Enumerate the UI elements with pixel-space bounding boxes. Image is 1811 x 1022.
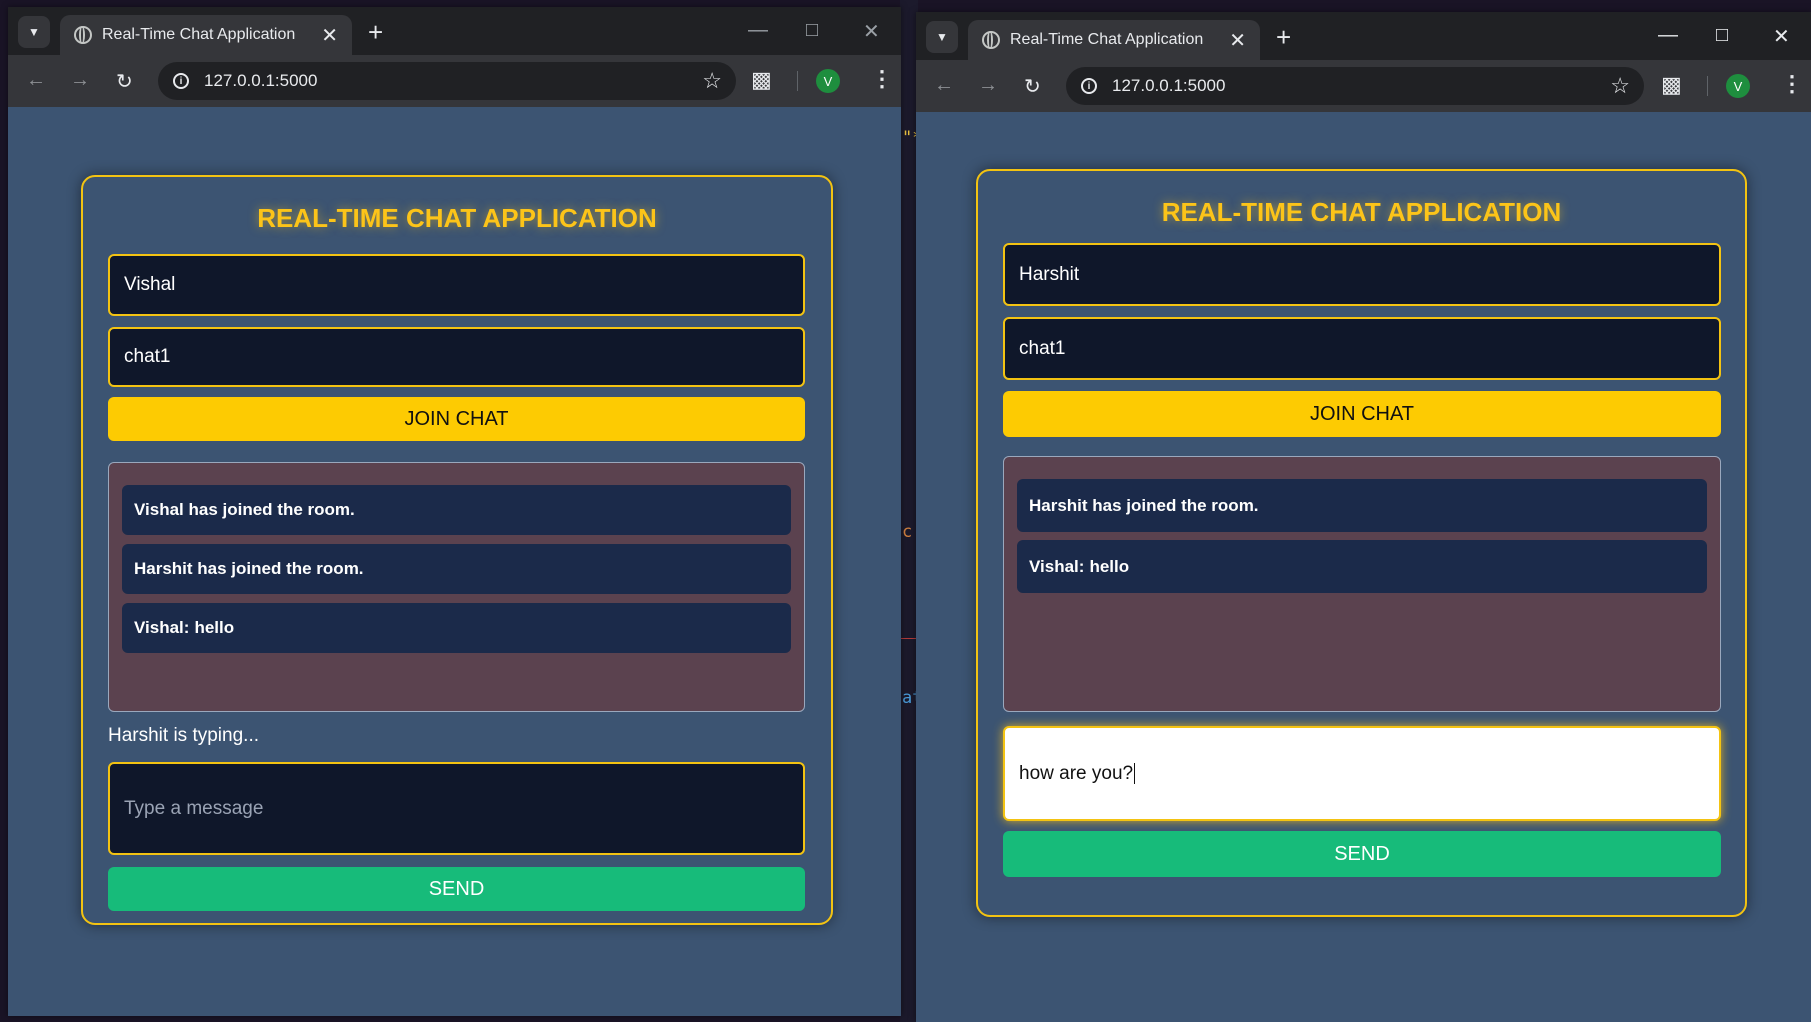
globe-icon [982, 31, 1000, 49]
join-chat-button[interactable]: JOIN CHAT [108, 397, 805, 441]
app-title: REAL-TIME CHAT APPLICATION [1161, 197, 1562, 227]
new-tab-button[interactable]: + [368, 17, 383, 48]
minimize-button[interactable]: — [748, 19, 768, 42]
back-button[interactable]: ← [934, 74, 954, 97]
username-field[interactable]: Harshit [1003, 243, 1721, 306]
join-chat-button[interactable]: JOIN CHAT [1003, 391, 1721, 437]
message-input-placeholder: Type a message [124, 797, 264, 819]
messages-area[interactable]: Harshit has joined the room. Vishal: hel… [1003, 456, 1721, 712]
minimize-button[interactable]: — [1658, 24, 1678, 47]
tab-strip: ▼ Real-Time Chat Application ✕ + — □ ✕ [8, 7, 901, 55]
message-input-value: how are you? [1019, 762, 1134, 784]
message-item: Vishal: hello [1017, 540, 1707, 593]
background-code-fragment: c [902, 522, 913, 542]
new-tab-button[interactable]: + [1276, 22, 1291, 53]
tab-title: Real-Time Chat Application [1010, 31, 1204, 48]
browser-toolbar: ← → ↻ i 127.0.0.1:5000 ☆ ▩ V ⋮ [8, 55, 901, 107]
messages-area[interactable]: Vishal has joined the room. Harshit has … [108, 462, 805, 712]
message-item: Vishal: hello [122, 603, 791, 653]
extensions-icon[interactable]: ▩ [1661, 72, 1682, 98]
browser-toolbar: ← → ↻ i 127.0.0.1:5000 ☆ ▩ V ⋮ [916, 60, 1811, 112]
maximize-button[interactable]: □ [806, 19, 818, 42]
bookmark-star-icon[interactable]: ☆ [1610, 73, 1630, 99]
toolbar-divider [797, 71, 798, 91]
close-tab-icon[interactable]: ✕ [321, 23, 338, 48]
background-divider [900, 638, 916, 639]
username-field[interactable]: Vishal [108, 254, 805, 316]
maximize-button[interactable]: □ [1716, 24, 1728, 47]
browser-tab[interactable]: Real-Time Chat Application ✕ [60, 15, 352, 55]
toolbar-divider [1707, 76, 1708, 96]
message-text: Vishal has joined the room. [134, 500, 355, 519]
send-button[interactable]: SEND [1003, 831, 1721, 877]
message-text: hello [1089, 556, 1130, 576]
room-field[interactable]: chat1 [108, 327, 805, 387]
close-tab-icon[interactable]: ✕ [1229, 28, 1246, 53]
site-info-icon[interactable]: i [173, 73, 189, 89]
globe-icon [74, 26, 92, 44]
tab-search-button[interactable]: ▼ [18, 16, 50, 48]
url-text: 127.0.0.1:5000 [1112, 76, 1226, 95]
browser-window-harshit: ▼ Real-Time Chat Application ✕ + — □ ✕ ←… [916, 12, 1811, 1022]
address-bar[interactable]: i 127.0.0.1:5000 ☆ [158, 62, 736, 100]
app-title: REAL-TIME CHAT APPLICATION [257, 203, 657, 233]
profile-avatar[interactable]: V [1726, 74, 1750, 98]
site-info-icon[interactable]: i [1081, 78, 1097, 94]
message-input[interactable]: Type a message [108, 762, 805, 855]
forward-button[interactable]: → [978, 74, 998, 97]
extensions-icon[interactable]: ▩ [751, 67, 772, 93]
message-text: Harshit has joined the room. [134, 559, 364, 578]
room-field[interactable]: chat1 [1003, 317, 1721, 380]
tab-search-button[interactable]: ▼ [926, 21, 958, 53]
send-button[interactable]: SEND [108, 867, 805, 911]
message-sender: Vishal: [134, 618, 190, 637]
message-text: Harshit has joined the room. [1029, 495, 1259, 515]
bookmark-star-icon[interactable]: ☆ [702, 68, 722, 94]
browser-menu-icon[interactable]: ⋮ [871, 66, 893, 92]
message-item: Harshit has joined the room. [122, 544, 791, 594]
typing-indicator: Harshit is typing... [108, 725, 259, 746]
address-bar[interactable]: i 127.0.0.1:5000 ☆ [1066, 67, 1644, 105]
close-window-button[interactable]: ✕ [1773, 24, 1790, 49]
tab-strip: ▼ Real-Time Chat Application ✕ + — □ ✕ [916, 12, 1811, 60]
tab-title: Real-Time Chat Application [102, 26, 296, 43]
message-item: Harshit has joined the room. [1017, 479, 1707, 532]
back-button[interactable]: ← [26, 69, 46, 92]
browser-window-vishal: ▼ Real-Time Chat Application ✕ + — □ ✕ ←… [8, 7, 901, 1016]
forward-button[interactable]: → [70, 69, 90, 92]
browser-tab[interactable]: Real-Time Chat Application ✕ [968, 20, 1260, 60]
browser-menu-icon[interactable]: ⋮ [1781, 71, 1803, 97]
url-text: 127.0.0.1:5000 [204, 71, 318, 90]
close-window-button[interactable]: ✕ [863, 19, 880, 44]
reload-button[interactable]: ↻ [116, 69, 133, 94]
message-input[interactable]: how are you? [1003, 726, 1721, 821]
profile-avatar[interactable]: V [816, 69, 840, 93]
chat-card: REAL-TIME CHAT APPLICATION Vishal chat1 … [81, 175, 833, 925]
text-cursor [1134, 763, 1136, 784]
message-sender: Vishal: [1029, 556, 1085, 576]
chat-card: REAL-TIME CHAT APPLICATION Harshit chat1… [976, 169, 1747, 917]
message-item: Vishal has joined the room. [122, 485, 791, 535]
reload-button[interactable]: ↻ [1024, 74, 1041, 99]
message-text: hello [194, 618, 235, 637]
